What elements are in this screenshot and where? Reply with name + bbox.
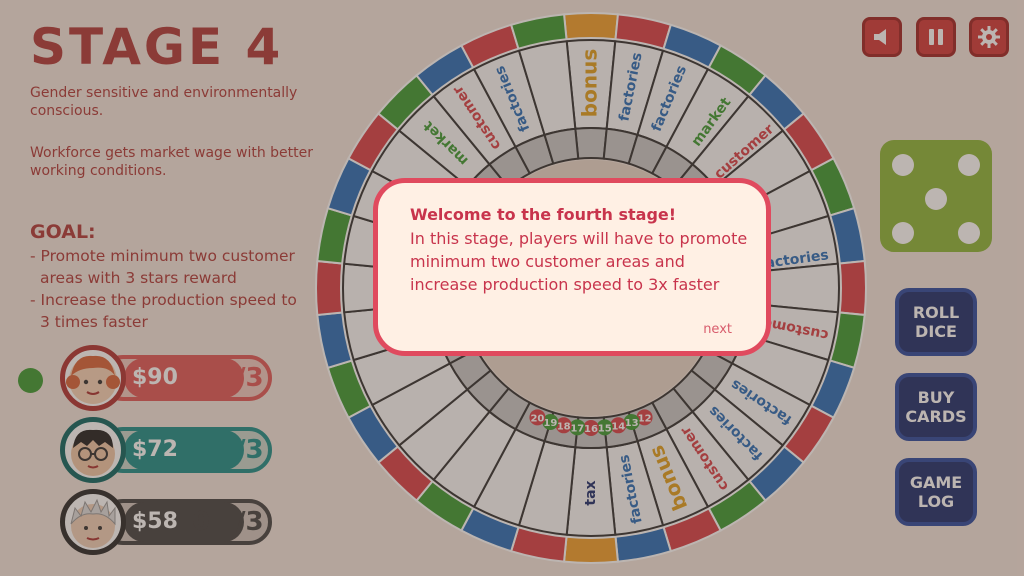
stage-title: STAGE 4 bbox=[30, 18, 284, 76]
board-outer-tile bbox=[838, 259, 867, 317]
board-label: tax bbox=[583, 480, 599, 505]
settings-button[interactable] bbox=[969, 17, 1009, 57]
dice-pip bbox=[892, 222, 914, 244]
player-money: $90 bbox=[124, 358, 244, 398]
sound-button[interactable] bbox=[862, 17, 902, 57]
board-number: 15 bbox=[598, 423, 612, 434]
game-log-button[interactable]: GAME LOG bbox=[895, 458, 977, 526]
player-progress-total: /3 bbox=[236, 435, 264, 465]
buy-cards-button[interactable]: BUY CARDS bbox=[895, 373, 977, 441]
board-number: 12 bbox=[638, 413, 652, 424]
goal-list: - Promote minimum two customer areas wit… bbox=[30, 245, 310, 333]
board-number: 16 bbox=[584, 424, 598, 435]
current-turn-indicator bbox=[18, 368, 43, 393]
player-progress-count: 0 bbox=[192, 363, 211, 393]
next-link[interactable]: next bbox=[703, 322, 732, 337]
girl-avatar bbox=[60, 345, 126, 411]
board-number: 13 bbox=[625, 418, 639, 429]
dice-pip bbox=[958, 222, 980, 244]
board-number: 14 bbox=[611, 421, 625, 432]
dialog-body: In this stage, players will have to prom… bbox=[410, 229, 748, 294]
boy-glasses-avatar bbox=[60, 417, 126, 483]
player-panel-2: $72 0 /3 bbox=[60, 417, 275, 483]
roll-dice-button[interactable]: ROLL DICE bbox=[895, 288, 977, 356]
stage-description: Gender sensitive and environmentally con… bbox=[30, 85, 298, 119]
player-panel-1: $90 0 /3 bbox=[60, 345, 275, 411]
dice[interactable] bbox=[880, 140, 992, 252]
dice-pip bbox=[892, 154, 914, 176]
sound-icon bbox=[874, 29, 886, 45]
player-progress-total: /3 bbox=[236, 363, 264, 393]
gear-icon bbox=[978, 26, 1000, 48]
player-progress-count: 0 bbox=[192, 507, 211, 537]
board-inner-tile bbox=[574, 126, 608, 160]
board-number: 19 bbox=[543, 418, 557, 429]
goal-item: - Increase the production speed to 3 tim… bbox=[30, 291, 297, 331]
dialog-title: Welcome to the fourth stage! bbox=[410, 205, 677, 224]
game-screen: STAGE 4 Gender sensitive and environment… bbox=[0, 0, 1024, 576]
old-man-avatar bbox=[60, 489, 126, 555]
dice-pip bbox=[925, 188, 947, 210]
board-label: bonus bbox=[578, 49, 602, 117]
player-money: $72 bbox=[124, 430, 244, 470]
player-money: $58 bbox=[124, 502, 244, 542]
pause-icon bbox=[929, 29, 943, 45]
stage-workforce-note: Workforce gets market wage with better w… bbox=[30, 145, 314, 179]
player-progress-total: /3 bbox=[236, 507, 264, 537]
board-outer-tile bbox=[315, 259, 344, 317]
pause-button[interactable] bbox=[916, 17, 956, 57]
welcome-dialog: Welcome to the fourth stage! In this sta… bbox=[373, 178, 771, 356]
board-number: 20 bbox=[530, 413, 544, 424]
dice-pip bbox=[958, 154, 980, 176]
board-outer-tile bbox=[562, 535, 620, 564]
board-outer-tile bbox=[562, 12, 620, 41]
player-panel-3: $58 0 /3 bbox=[60, 489, 275, 555]
goal-heading: GOAL: bbox=[30, 221, 96, 243]
board-number: 18 bbox=[557, 421, 571, 432]
goal-item: - Promote minimum two customer areas wit… bbox=[30, 247, 295, 287]
board-number: 17 bbox=[570, 423, 584, 434]
player-progress-count: 0 bbox=[192, 435, 211, 465]
